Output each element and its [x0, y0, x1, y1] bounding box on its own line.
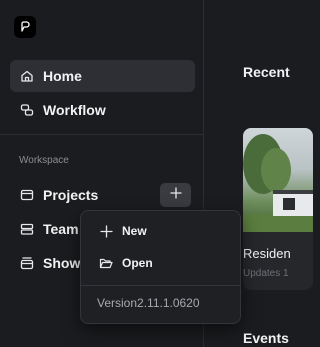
list-icon [20, 222, 34, 236]
workspace-item-label: Projects [43, 187, 99, 203]
app-logo-icon[interactable] [14, 16, 36, 38]
workflow-icon [20, 103, 34, 117]
section-label-workspace: Workspace [19, 155, 69, 166]
menu-item-label: New [122, 224, 147, 238]
version-label: Version2.11.1.0620 [97, 296, 200, 310]
plus-icon [169, 186, 182, 204]
nav-item-label: Workflow [43, 102, 106, 118]
project-thumbnail [243, 128, 313, 232]
menu-item-new[interactable]: New [81, 217, 240, 245]
folder-window-icon [20, 188, 34, 202]
add-project-button[interactable] [160, 183, 191, 207]
folder-open-icon [99, 256, 113, 270]
menu-item-label: Open [122, 256, 153, 270]
plus-icon [99, 224, 113, 238]
workspace-item-label: Team [43, 221, 79, 237]
project-card-title: Residen [243, 246, 291, 261]
nav-item-workflow[interactable]: Workflow [10, 94, 195, 126]
sidebar-divider [0, 134, 204, 135]
menu-divider [81, 285, 240, 286]
project-card-subtitle: Updates 1 [243, 268, 289, 279]
menu-item-open[interactable]: Open [81, 249, 240, 277]
app-window: Home Workflow Workspace Projects Team Sh… [0, 0, 313, 347]
events-title: Events [243, 330, 289, 346]
home-icon [20, 69, 34, 83]
new-project-menu: New Open Version2.11.1.0620 [80, 210, 241, 324]
nav-item-label: Home [43, 68, 82, 84]
project-card[interactable]: Residen Updates 1 [243, 128, 313, 290]
recent-title: Recent [243, 64, 290, 80]
workspace-item-label: Show [43, 255, 81, 271]
archive-icon [20, 256, 34, 270]
nav-item-home[interactable]: Home [10, 60, 195, 92]
